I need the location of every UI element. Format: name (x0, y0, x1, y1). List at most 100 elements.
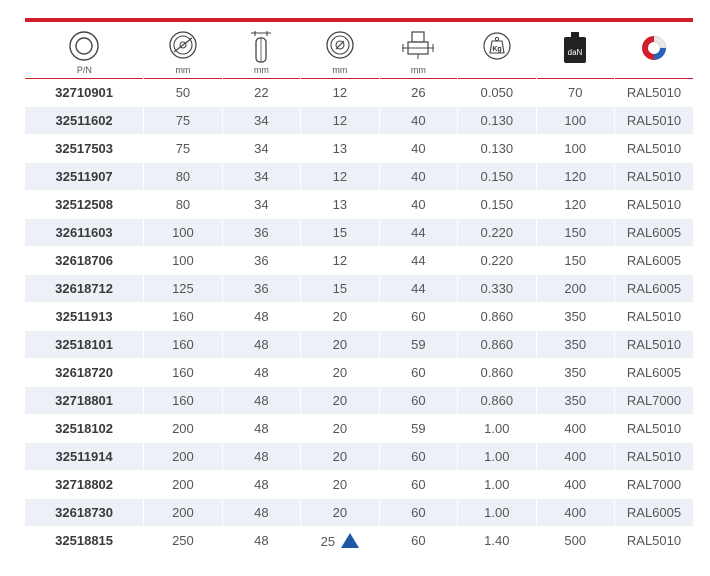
color-code-cell-value: RAL5010 (626, 169, 682, 184)
hub-length-cell: 44 (378, 274, 458, 303)
wheel-width-cell: 48 (221, 358, 301, 387)
bore-diameter-cell-value: 15 (332, 225, 348, 240)
bore-diameter-cell: 12 (300, 106, 380, 135)
wheel-width-icon (248, 30, 274, 69)
wheel-diameter-cell-value: 160 (172, 337, 194, 352)
hub-length-cell-value: 60 (411, 309, 426, 324)
wheel-width-cell-value: 22 (254, 85, 269, 100)
bore-diameter-cell: 20 (300, 414, 380, 443)
weight-cell: 0.130 (457, 134, 537, 163)
part-number-cell: 32618706 (25, 246, 144, 275)
load-badge-text: daN (568, 48, 583, 57)
part-number-cell: 32718801 (25, 386, 144, 415)
hub-length-cell: 59 (378, 330, 458, 359)
bore-diameter-cell-value: 20 (332, 477, 348, 492)
weight-cell-value: 0.860 (480, 365, 514, 380)
weight-cell: 1.00 (457, 498, 537, 527)
wheel-width-cell: 34 (221, 190, 301, 219)
spec-table: P/N mm mm mm mm Kg daN 32710901 50 22 12… (25, 24, 693, 555)
load-capacity-cell: 100 (535, 106, 615, 135)
hub-length-cell-value: 44 (411, 225, 426, 240)
hub-length-cell: 40 (378, 134, 458, 163)
weight-cell: 0.150 (457, 190, 537, 219)
part-number-cell-value: 32511602 (55, 113, 113, 128)
table-row: 32512508 80 34 13 40 0.150 120 RAL5010 (25, 190, 693, 219)
load-capacity-cell: 400 (535, 470, 615, 499)
weight-badge-text: Kg (492, 46, 501, 53)
weight-cell-value: 0.130 (480, 141, 514, 156)
header-wheel-width: mm (222, 24, 300, 79)
wheel-diameter-cell-value: 160 (172, 365, 194, 380)
table-row: 32517503 75 34 13 40 0.130 100 RAL5010 (25, 134, 693, 163)
wheel-width-cell-value: 48 (254, 365, 269, 380)
table-row: 32718801 160 48 20 60 0.860 350 RAL7000 (25, 386, 693, 415)
weight-cell: 0.860 (457, 386, 537, 415)
color-code-cell: RAL6005 (614, 498, 693, 527)
hub-length-cell-value: 40 (411, 169, 426, 184)
load-capacity-cell: 500 (535, 526, 615, 555)
part-number-cell-value: 32518102 (55, 421, 114, 436)
hub-length-cell: 60 (378, 470, 458, 499)
part-number-cell: 32511602 (25, 106, 144, 135)
wheel-diameter-cell-value: 100 (172, 225, 194, 240)
color-code-cell: RAL5010 (614, 106, 693, 135)
wheel-diameter-cell: 80 (143, 190, 223, 219)
table-row: 32511602 75 34 12 40 0.130 100 RAL5010 (25, 106, 693, 135)
color-code-cell-value: RAL7000 (626, 393, 682, 408)
hub-length-cell-value: 44 (411, 253, 426, 268)
load-capacity-cell: 70 (535, 78, 615, 107)
wheel-diameter-cell: 160 (143, 358, 223, 387)
load-capacity-cell-value: 100 (564, 113, 587, 128)
weight-cell: 0.860 (457, 302, 537, 331)
color-code-cell: RAL5010 (614, 526, 693, 555)
weight-cell-value: 1.00 (484, 421, 510, 436)
hub-length-cell: 60 (378, 526, 458, 555)
wheel-diameter-cell-value: 160 (172, 309, 194, 324)
load-capacity-cell: 100 (535, 134, 615, 163)
bore-diameter-cell-value: 25 (320, 533, 336, 549)
color-code-cell: RAL6005 (614, 274, 693, 303)
wheel-diameter-cell-value: 200 (172, 449, 194, 464)
color-code-cell: RAL5010 (614, 190, 693, 219)
hub-length-cell: 60 (378, 498, 458, 527)
bore-diameter-cell: 20 (300, 498, 380, 527)
wheel-diameter-cell-value: 125 (172, 281, 194, 296)
part-number-cell: 32611603 (25, 218, 144, 247)
weight-cell: 1.00 (457, 442, 537, 471)
header-part-number: P/N (25, 24, 144, 79)
load-capacity-cell-value: 100 (564, 141, 587, 156)
weight-cell-value: 0.130 (480, 113, 514, 128)
color-code-cell-value: RAL5010 (626, 421, 682, 436)
table-header: P/N mm mm mm mm Kg daN (25, 24, 693, 79)
load-capacity-cell: 120 (535, 162, 615, 191)
wheel-width-cell-value: 36 (254, 225, 269, 240)
weight-cell-value: 1.40 (484, 533, 510, 548)
hub-length-cell-value: 60 (411, 393, 426, 408)
bore-diameter-cell-value: 13 (332, 141, 348, 156)
hub-length-cell-value: 59 (411, 421, 426, 436)
weight-kg-icon: Kg (483, 32, 511, 65)
weight-cell: 0.860 (457, 358, 537, 387)
hub-length-cell-value: 60 (411, 365, 426, 380)
hub-length-cell: 40 (378, 162, 458, 191)
wheel-width-cell-value: 34 (254, 113, 269, 128)
hub-length-cell-value: 60 (411, 449, 426, 464)
wheel-width-cell-value: 48 (254, 337, 269, 352)
part-number-cell: 32718802 (25, 470, 144, 499)
wheel-width-cell-value: 48 (254, 421, 269, 436)
wheel-diameter-cell: 200 (143, 470, 223, 499)
part-number-cell: 32518815 (25, 526, 144, 555)
wheel-width-cell-value: 34 (254, 169, 269, 184)
bore-diameter-cell: 12 (300, 246, 380, 275)
header-load-capacity: daN (536, 24, 614, 79)
table-row: 32518815 250 48 25 60 1.40 500 RAL5010 (25, 526, 693, 555)
bore-diameter-cell: 15 (300, 274, 380, 303)
wheel-diameter-cell-value: 160 (172, 393, 194, 408)
color-code-cell-value: RAL6005 (626, 253, 682, 268)
color-code-cell-value: RAL5010 (626, 113, 682, 128)
wheel-diameter-cell: 200 (143, 414, 223, 443)
part-number-cell-value: 32618706 (55, 253, 114, 268)
bore-diameter-cell-value: 20 (332, 421, 348, 436)
bore-diameter-cell: 12 (300, 162, 380, 191)
wheel-width-cell: 48 (221, 386, 301, 415)
